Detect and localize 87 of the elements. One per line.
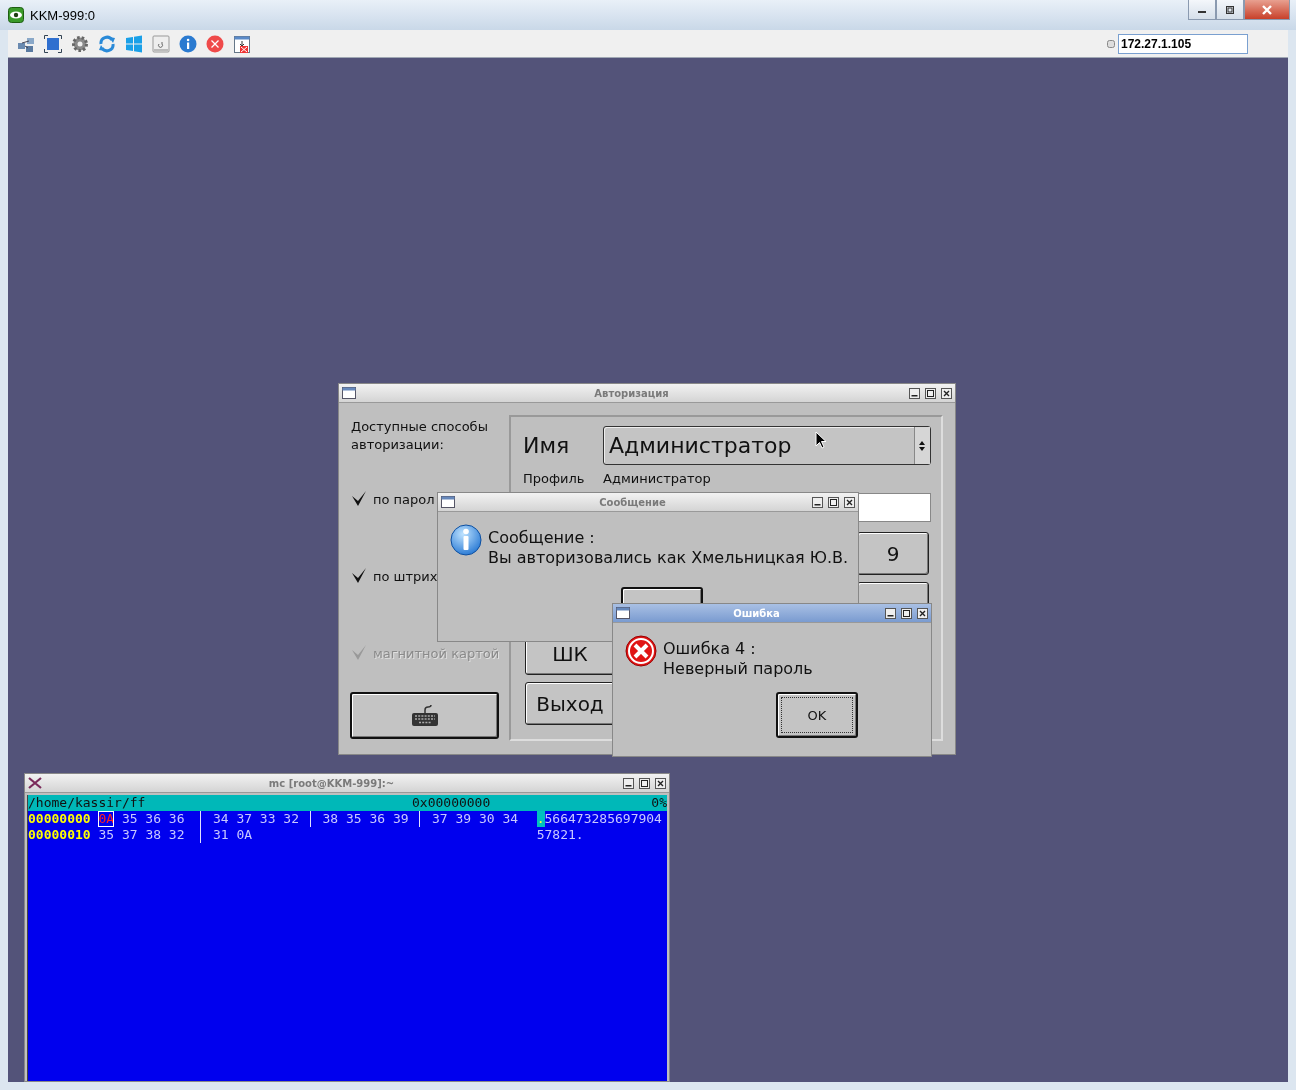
maximize-button[interactable] [639, 777, 650, 789]
key-button[interactable]: 9 [857, 532, 929, 575]
refresh-icon[interactable] [97, 34, 116, 53]
hex-byte: 37 [432, 811, 449, 827]
close-button[interactable] [655, 777, 666, 789]
x-icon [28, 777, 42, 789]
hex-byte: 32 [283, 811, 300, 827]
eye-icon [8, 7, 24, 23]
hex-byte: 0A [236, 827, 254, 843]
maximize-button[interactable] [828, 496, 839, 508]
error-icon [625, 635, 657, 667]
key-button[interactable]: Выход [525, 682, 615, 725]
info-icon[interactable] [178, 34, 197, 53]
window-close-icon[interactable] [232, 34, 251, 53]
address-field[interactable]: 172.27.1.105 [1118, 33, 1248, 54]
method-label[interactable]: по штрих [373, 568, 438, 584]
hex-byte: 37 [236, 811, 254, 827]
hex-byte: 37 [121, 827, 139, 843]
ok-button[interactable]: OK [776, 692, 858, 738]
close-button[interactable] [941, 387, 952, 399]
message-text: Неверный пароль [663, 659, 813, 679]
hex-byte: 33 [259, 811, 277, 827]
info-icon [450, 524, 482, 556]
profile-label: Профиль [523, 471, 586, 486]
hex-byte: 34 [502, 811, 520, 827]
keyboard-icon [410, 704, 439, 727]
hex-byte: 30 [478, 811, 496, 827]
hex-byte: 36 [145, 811, 162, 827]
hex-byte: 0A [98, 811, 115, 827]
restore-icon [1225, 5, 1235, 14]
keyboard-button[interactable] [350, 692, 499, 739]
pointer-icon [815, 431, 827, 449]
method-label[interactable]: по парол [373, 491, 435, 507]
profile-value: Администратор [603, 471, 711, 486]
user-dropdown[interactable]: Администратор [603, 426, 931, 465]
hex-byte: 35 [121, 811, 139, 827]
hex-byte: 39 [455, 811, 473, 827]
message-heading: Ошибка 4 : [663, 639, 757, 659]
check-icon[interactable] [351, 491, 367, 507]
hex-byte: 31 [212, 827, 230, 843]
fullscreen-icon[interactable] [43, 34, 62, 53]
window-title: KKM-999:0 [30, 7, 96, 23]
hex-byte: 36 [369, 811, 387, 827]
check-icon[interactable] [351, 568, 367, 584]
percent-text: 0% [651, 795, 667, 811]
settings-icon[interactable] [70, 34, 89, 53]
hex-byte: 36 [168, 811, 186, 827]
close-icon [1261, 4, 1273, 15]
hex-byte: 35 [98, 827, 116, 843]
window-icon [342, 387, 356, 399]
minimize-button[interactable] [909, 387, 920, 399]
methods-label: Доступные способы авторизации: [351, 418, 489, 454]
message-heading: Сообщение : [488, 528, 596, 548]
window-icon [616, 607, 630, 619]
offset-label: 00000000 [28, 811, 92, 827]
offset-text: 0x00000000 [412, 795, 492, 811]
minimize-button[interactable] [623, 777, 634, 789]
close-button[interactable] [917, 607, 928, 619]
hex-byte: 32 [168, 827, 186, 843]
dialog-title: Авторизация [593, 387, 670, 399]
maximize-button[interactable] [901, 607, 912, 619]
ascii-text: . [536, 811, 545, 827]
file-path: /home/kassir/ff [28, 795, 147, 811]
grid-icon[interactable] [124, 34, 143, 53]
maximize-button[interactable] [1216, 0, 1244, 20]
minimize-button[interactable] [812, 496, 823, 508]
maximize-button[interactable] [925, 387, 936, 399]
hex-byte: 39 [392, 811, 410, 827]
minimize-button[interactable] [1188, 0, 1216, 20]
ascii-text: 57821. [536, 827, 584, 843]
dialog-title: Ошибка [732, 607, 781, 619]
hex-byte: 38 [322, 811, 340, 827]
name-label: Имя [523, 433, 571, 458]
status-icon [1107, 39, 1115, 48]
window-icon [441, 496, 455, 508]
minimize-button[interactable] [885, 607, 896, 619]
message-text: Вы авторизовались как Хмельницкая Ю.В. [488, 548, 849, 568]
spinner-icon [914, 427, 930, 464]
hex-byte: 38 [145, 827, 163, 843]
offset-label: 00000010 [28, 827, 92, 843]
dialog-title: Сообщение [598, 496, 667, 508]
dialog-title: mc [root@KKM-999]:~ [267, 777, 396, 789]
ascii-text: 566473285697904 [544, 811, 662, 827]
close-circle-icon[interactable] [205, 34, 224, 53]
hex-byte: 35 [345, 811, 363, 827]
hex-byte: 34 [212, 811, 230, 827]
close-button[interactable] [844, 496, 855, 508]
